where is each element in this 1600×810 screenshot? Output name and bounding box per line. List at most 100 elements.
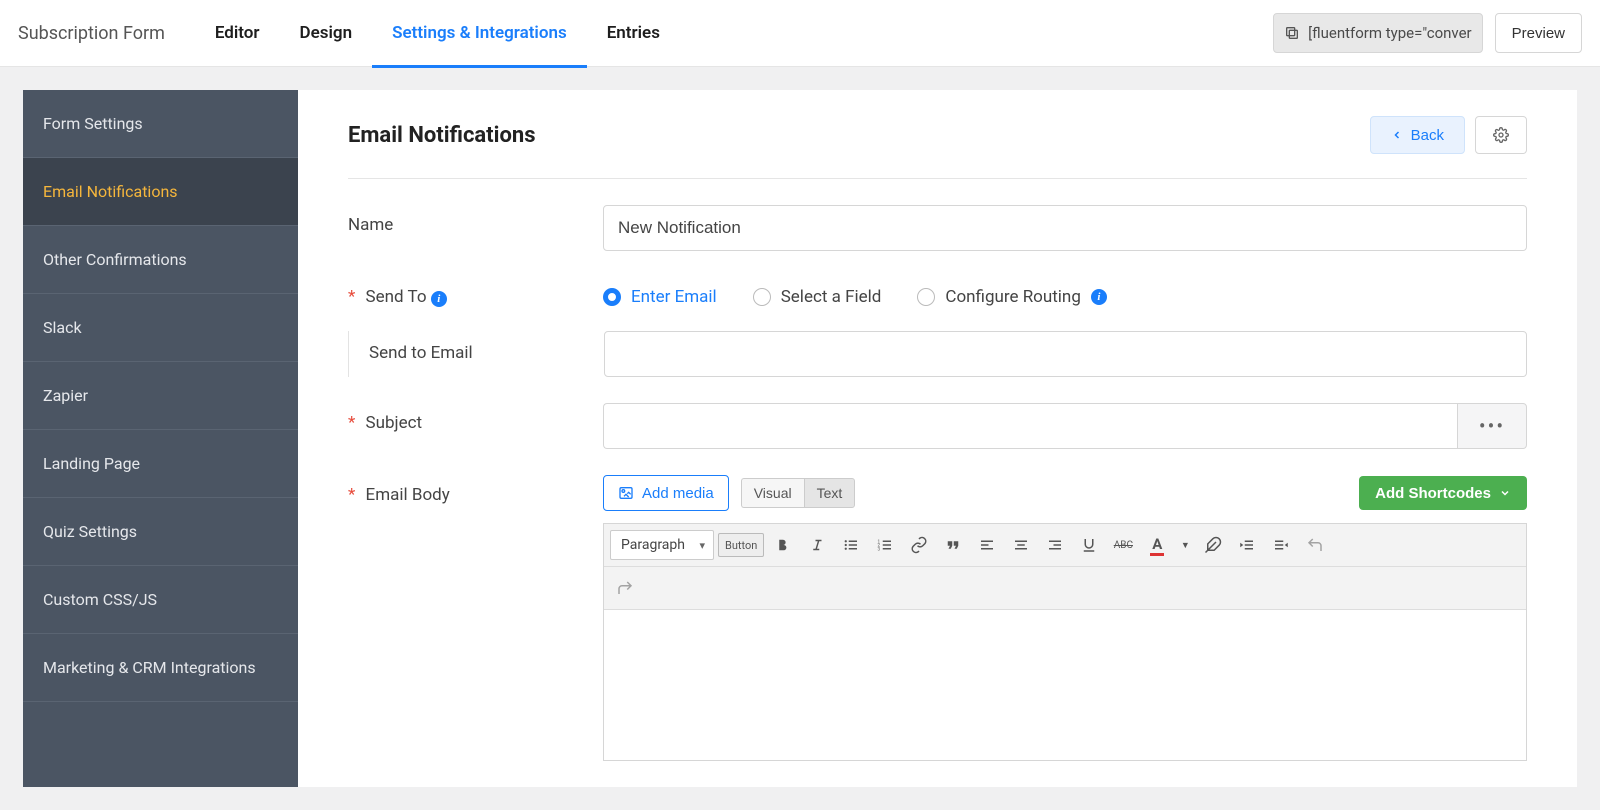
- info-icon[interactable]: i: [1091, 289, 1107, 305]
- radio-label-enter-email: Enter Email: [631, 287, 717, 307]
- sidebar-item-form-settings[interactable]: Form Settings: [23, 90, 298, 158]
- sidebar-item-marketing-crm[interactable]: Marketing & CRM Integrations: [23, 634, 298, 702]
- label-name: Name: [348, 205, 603, 235]
- add-media-button[interactable]: Add media: [603, 475, 729, 511]
- label-send-to-email: Send to Email: [349, 331, 604, 377]
- title-row: Email Notifications Back: [348, 116, 1527, 179]
- indent-button[interactable]: [1266, 530, 1296, 560]
- add-media-label: Add media: [642, 485, 714, 502]
- row-send-to-email: Send to Email: [348, 331, 1527, 377]
- subject-shortcode-button[interactable]: •••: [1457, 403, 1527, 449]
- title-actions: Back: [1370, 116, 1527, 154]
- radio-circle-icon: [603, 288, 621, 306]
- label-emailbody-text: Email Body: [366, 485, 450, 505]
- rich-editor: Paragraph Button 123 ABC A: [603, 523, 1527, 761]
- tab-design[interactable]: Design: [280, 0, 373, 67]
- blockquote-button[interactable]: [938, 530, 968, 560]
- sidebar-item-email-notifications[interactable]: Email Notifications: [23, 158, 298, 226]
- gear-icon: [1493, 127, 1509, 143]
- sidebar-item-zapier[interactable]: Zapier: [23, 362, 298, 430]
- align-right-button[interactable]: [1040, 530, 1070, 560]
- page-title: Email Notifications: [348, 123, 536, 148]
- editor-toolbar: Paragraph Button 123 ABC A: [604, 524, 1526, 567]
- sidebar-item-other-confirmations[interactable]: Other Confirmations: [23, 226, 298, 294]
- media-icon: [618, 485, 634, 501]
- content-area: Email Notifications Back Name * Se: [298, 90, 1577, 787]
- chevron-left-icon: [1391, 129, 1403, 141]
- bold-button[interactable]: [768, 530, 798, 560]
- label-subject-text: Subject: [366, 413, 423, 433]
- row-emailbody: * Email Body Add media Visual Text: [348, 475, 1527, 761]
- tab-visual[interactable]: Visual: [741, 478, 804, 508]
- undo-button[interactable]: [1300, 530, 1330, 560]
- shortcode-text: [fluentform type="conver: [1308, 24, 1472, 42]
- sidebar-item-landing-page[interactable]: Landing Page: [23, 430, 298, 498]
- link-button[interactable]: [904, 530, 934, 560]
- sendto-options: Enter Email Select a Field Configure Rou…: [603, 277, 1527, 307]
- redo-button[interactable]: [610, 573, 640, 603]
- strikethrough-button[interactable]: ABC: [1108, 530, 1138, 560]
- settings-gear-button[interactable]: [1475, 116, 1527, 154]
- label-emailbody: * Email Body: [348, 475, 603, 505]
- copy-icon: [1284, 25, 1300, 41]
- send-to-email-input[interactable]: [604, 331, 1527, 377]
- info-icon[interactable]: i: [431, 291, 447, 307]
- editor-top-left: Add media Visual Text: [603, 475, 855, 511]
- align-left-button[interactable]: [972, 530, 1002, 560]
- subject-input[interactable]: [603, 403, 1457, 449]
- bullet-list-button[interactable]: [836, 530, 866, 560]
- text-color-dropdown[interactable]: ▼: [1176, 530, 1194, 560]
- svg-text:3: 3: [878, 546, 881, 552]
- button-pill[interactable]: Button: [718, 533, 764, 557]
- field-subject: •••: [603, 403, 1527, 449]
- back-button[interactable]: Back: [1370, 116, 1465, 154]
- clear-formatting-button[interactable]: [1198, 530, 1228, 560]
- radio-enter-email[interactable]: Enter Email: [603, 287, 717, 307]
- align-center-button[interactable]: [1006, 530, 1036, 560]
- main-wrap: Form Settings Email Notifications Other …: [23, 90, 1577, 787]
- editor-topbar: Add media Visual Text Add Shortcodes: [603, 475, 1527, 511]
- field-sendto: Enter Email Select a Field Configure Rou…: [603, 277, 1527, 307]
- numbered-list-button[interactable]: 123: [870, 530, 900, 560]
- field-name: [603, 205, 1527, 251]
- sidebar-item-custom-css-js[interactable]: Custom CSS/JS: [23, 566, 298, 634]
- tab-editor[interactable]: Editor: [195, 0, 280, 67]
- text-color-button[interactable]: A: [1142, 530, 1172, 560]
- required-mark: *: [348, 485, 355, 505]
- preview-button[interactable]: Preview: [1495, 13, 1582, 53]
- radio-label-configure-routing: Configure Routing: [945, 287, 1081, 307]
- format-select[interactable]: Paragraph: [610, 530, 714, 560]
- add-shortcodes-label: Add Shortcodes: [1375, 485, 1491, 502]
- editor-textarea[interactable]: [604, 610, 1526, 760]
- subject-wrap: •••: [603, 403, 1527, 449]
- tab-entries[interactable]: Entries: [587, 0, 680, 67]
- required-mark: *: [348, 287, 355, 307]
- label-sendto: * Send To i: [348, 277, 603, 307]
- underline-button[interactable]: [1074, 530, 1104, 560]
- sidebar-item-quiz-settings[interactable]: Quiz Settings: [23, 498, 298, 566]
- italic-button[interactable]: [802, 530, 832, 560]
- tab-settings-integrations[interactable]: Settings & Integrations: [372, 0, 587, 67]
- row-subject: * Subject •••: [348, 403, 1527, 449]
- field-emailbody: Add media Visual Text Add Shortcodes: [603, 475, 1527, 761]
- row-name: Name: [348, 205, 1527, 251]
- form-name: Subscription Form: [18, 23, 165, 44]
- radio-circle-icon: [917, 288, 935, 306]
- settings-sidebar: Form Settings Email Notifications Other …: [23, 90, 298, 787]
- row-sendto: * Send To i Enter Email Select a Field: [348, 277, 1527, 307]
- radio-select-field[interactable]: Select a Field: [753, 287, 882, 307]
- radio-configure-routing[interactable]: Configure Routing i: [917, 287, 1107, 307]
- editor-tabs: Visual Text: [741, 478, 856, 508]
- shortcode-copy[interactable]: [fluentform type="conver: [1273, 13, 1483, 53]
- add-shortcodes-button[interactable]: Add Shortcodes: [1359, 476, 1527, 510]
- outdent-button[interactable]: [1232, 530, 1262, 560]
- sidebar-item-slack[interactable]: Slack: [23, 294, 298, 362]
- tab-text[interactable]: Text: [804, 478, 856, 508]
- radio-label-select-field: Select a Field: [781, 287, 882, 307]
- label-subject: * Subject: [348, 403, 603, 433]
- name-input[interactable]: [603, 205, 1527, 251]
- label-sendto-text: Send To: [366, 287, 427, 307]
- topbar: Subscription Form Editor Design Settings…: [0, 0, 1600, 67]
- editor-toolbar-2: [604, 567, 1526, 610]
- required-mark: *: [348, 413, 355, 433]
